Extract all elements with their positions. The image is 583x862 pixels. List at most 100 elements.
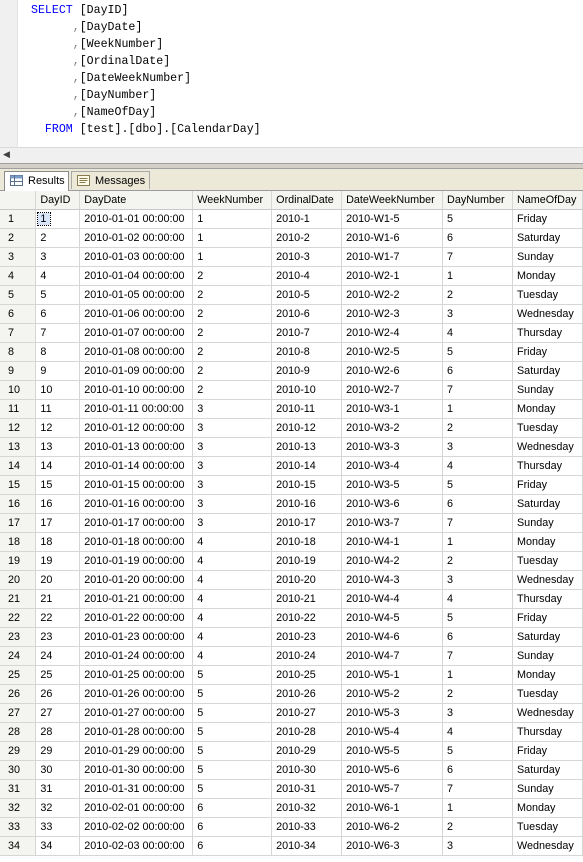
table-cell[interactable]: 13 bbox=[35, 437, 81, 457]
table-cell[interactable]: 2010-29 bbox=[271, 741, 343, 761]
table-cell[interactable]: 2010-16 bbox=[271, 494, 343, 514]
table-cell[interactable]: Wednesday bbox=[512, 703, 583, 723]
table-row[interactable]: 18 18 2010-01-18 00:00:00 4 2010-18 2010-W4-1… bbox=[0, 532, 583, 552]
table-cell[interactable]: 2010-24 bbox=[271, 646, 343, 666]
table-cell[interactable]: 2010-02-01 00:00:00 bbox=[79, 798, 194, 818]
table-cell[interactable]: 1 bbox=[442, 399, 513, 419]
table-cell[interactable]: 2010-01-24 00:00:00 bbox=[79, 646, 194, 666]
table-cell[interactable]: 4 bbox=[192, 646, 273, 666]
table-cell[interactable]: Tuesday bbox=[512, 285, 583, 305]
table-cell[interactable]: 2010-01-17 00:00:00 bbox=[79, 513, 194, 533]
table-cell[interactable]: 17 bbox=[35, 513, 81, 533]
table-cell[interactable]: 1 bbox=[442, 798, 513, 818]
table-cell[interactable]: 2010-W3-5 bbox=[341, 475, 444, 495]
table-cell[interactable]: 2010-01-28 00:00:00 bbox=[79, 722, 194, 742]
table-cell[interactable]: Monday bbox=[512, 665, 583, 685]
table-row[interactable]: 34 34 2010-02-03 00:00:00 6 2010-34 2010-W6-3… bbox=[0, 836, 583, 856]
table-cell[interactable]: 2010-8 bbox=[271, 342, 343, 362]
table-cell[interactable]: Thursday bbox=[512, 589, 583, 609]
table-row[interactable]: 23 23 2010-01-23 00:00:00 4 2010-23 2010-W4-6… bbox=[0, 627, 583, 647]
row-number[interactable]: 10 bbox=[0, 380, 37, 400]
table-row[interactable]: 32 32 2010-02-01 00:00:00 6 2010-32 2010-W6-1… bbox=[0, 798, 583, 818]
table-row[interactable]: 5 5 2010-01-05 00:00:00 2 2010-5 2010-W2-2 2 Tu… bbox=[0, 285, 583, 305]
table-cell[interactable]: 2010-W4-6 bbox=[341, 627, 444, 647]
column-header-daynumber[interactable]: DayNumber bbox=[442, 191, 513, 210]
table-cell[interactable]: 20 bbox=[35, 570, 81, 590]
table-cell[interactable]: 3 bbox=[442, 836, 513, 856]
table-cell[interactable]: 2010-7 bbox=[271, 323, 343, 343]
results-grid[interactable]: DayID DayDate WeekNumber OrdinalDate Dat… bbox=[0, 191, 583, 862]
table-cell[interactable]: 2010-W6-3 bbox=[341, 836, 444, 856]
table-cell[interactable]: 2010-01-22 00:00:00 bbox=[79, 608, 194, 628]
table-cell[interactable]: 2010-02-02 00:00:00 bbox=[79, 817, 194, 837]
sql-code[interactable]: SELECT [DayID] ,[DayDate] ,[WeekNumber] … bbox=[31, 2, 261, 138]
row-number[interactable]: 24 bbox=[0, 646, 37, 666]
table-cell[interactable]: 8 bbox=[35, 342, 81, 362]
table-cell[interactable]: 2010-28 bbox=[271, 722, 343, 742]
table-row[interactable]: 8 8 2010-01-08 00:00:00 2 2010-8 2010-W2-5 5 Fr… bbox=[0, 342, 583, 362]
table-row[interactable]: 17 17 2010-01-17 00:00:00 3 2010-17 2010-W3-7… bbox=[0, 513, 583, 533]
table-cell[interactable]: 2 bbox=[192, 380, 273, 400]
table-cell[interactable]: 24 bbox=[35, 646, 81, 666]
table-cell[interactable]: 4 bbox=[192, 551, 273, 571]
row-number[interactable]: 34 bbox=[0, 836, 37, 856]
table-cell[interactable]: 29 bbox=[35, 741, 81, 761]
table-cell[interactable]: 4 bbox=[192, 608, 273, 628]
table-row[interactable]: 3 3 2010-01-03 00:00:00 1 2010-3 2010-W1-7 7 Su… bbox=[0, 247, 583, 267]
table-cell[interactable]: 4 bbox=[35, 266, 81, 286]
table-cell[interactable]: 2 bbox=[442, 817, 513, 837]
table-cell[interactable]: Thursday bbox=[512, 722, 583, 742]
table-cell[interactable]: 3 bbox=[192, 437, 273, 457]
table-cell[interactable]: Tuesday bbox=[512, 684, 583, 704]
table-cell[interactable]: 2010-01-31 00:00:00 bbox=[79, 779, 194, 799]
table-cell[interactable]: Saturday bbox=[512, 627, 583, 647]
table-cell[interactable]: 27 bbox=[35, 703, 81, 723]
table-cell[interactable]: 5 bbox=[442, 608, 513, 628]
table-cell[interactable]: 2010-27 bbox=[271, 703, 343, 723]
row-number[interactable]: 18 bbox=[0, 532, 37, 552]
table-cell[interactable]: 7 bbox=[442, 247, 513, 267]
table-cell[interactable]: 2010-01-29 00:00:00 bbox=[79, 741, 194, 761]
row-number[interactable]: 19 bbox=[0, 551, 37, 571]
table-cell[interactable]: 2010-30 bbox=[271, 760, 343, 780]
row-header-corner[interactable] bbox=[0, 191, 37, 210]
table-row[interactable]: 30 30 2010-01-30 00:00:00 5 2010-30 2010-W5-6… bbox=[0, 760, 583, 780]
table-cell[interactable]: 2010-01-09 00:00:00 bbox=[79, 361, 194, 381]
table-cell[interactable]: 1 bbox=[192, 247, 273, 267]
table-cell[interactable]: 2010-W5-1 bbox=[341, 665, 444, 685]
table-cell[interactable]: 2 bbox=[192, 361, 273, 381]
table-row[interactable]: 13 13 2010-01-13 00:00:00 3 2010-13 2010-W3-3… bbox=[0, 437, 583, 457]
table-cell[interactable]: 2010-25 bbox=[271, 665, 343, 685]
table-cell[interactable]: Sunday bbox=[512, 779, 583, 799]
table-cell[interactable]: 34 bbox=[35, 836, 81, 856]
table-cell[interactable]: 2010-01-03 00:00:00 bbox=[79, 247, 194, 267]
table-cell[interactable]: 5 bbox=[192, 665, 273, 685]
table-cell[interactable]: 2 bbox=[442, 418, 513, 438]
table-cell[interactable]: 2010-14 bbox=[271, 456, 343, 476]
table-cell[interactable]: 2010-12 bbox=[271, 418, 343, 438]
table-cell[interactable]: 2010-26 bbox=[271, 684, 343, 704]
table-cell[interactable]: 12 bbox=[35, 418, 81, 438]
table-cell[interactable]: Monday bbox=[512, 798, 583, 818]
table-cell[interactable]: 2010-W4-4 bbox=[341, 589, 444, 609]
table-row[interactable]: 28 28 2010-01-28 00:00:00 5 2010-28 2010-W5-4… bbox=[0, 722, 583, 742]
table-cell[interactable]: 2010-01-12 00:00:00 bbox=[79, 418, 194, 438]
table-cell[interactable]: 2 bbox=[192, 342, 273, 362]
table-cell[interactable]: 2010-01-11 00:00:00 bbox=[79, 399, 194, 419]
row-number[interactable]: 26 bbox=[0, 684, 37, 704]
table-cell[interactable]: 2010-W5-6 bbox=[341, 760, 444, 780]
table-cell[interactable]: 2010-W5-7 bbox=[341, 779, 444, 799]
query-editor[interactable]: SELECT [DayID] ,[DayDate] ,[WeekNumber] … bbox=[0, 0, 583, 147]
row-number[interactable]: 28 bbox=[0, 722, 37, 742]
row-number[interactable]: 6 bbox=[0, 304, 37, 324]
table-cell[interactable]: 6 bbox=[35, 304, 81, 324]
table-cell[interactable]: 5 bbox=[192, 779, 273, 799]
table-cell[interactable]: 2010-W2-2 bbox=[341, 285, 444, 305]
table-cell[interactable]: 2010-10 bbox=[271, 380, 343, 400]
table-cell[interactable]: 2 bbox=[35, 228, 81, 248]
table-cell[interactable]: 2010-15 bbox=[271, 475, 343, 495]
table-cell[interactable]: 2010-W5-2 bbox=[341, 684, 444, 704]
table-cell[interactable]: 3 bbox=[442, 703, 513, 723]
table-cell[interactable]: 3 bbox=[442, 304, 513, 324]
table-cell[interactable]: 1 bbox=[192, 209, 273, 229]
